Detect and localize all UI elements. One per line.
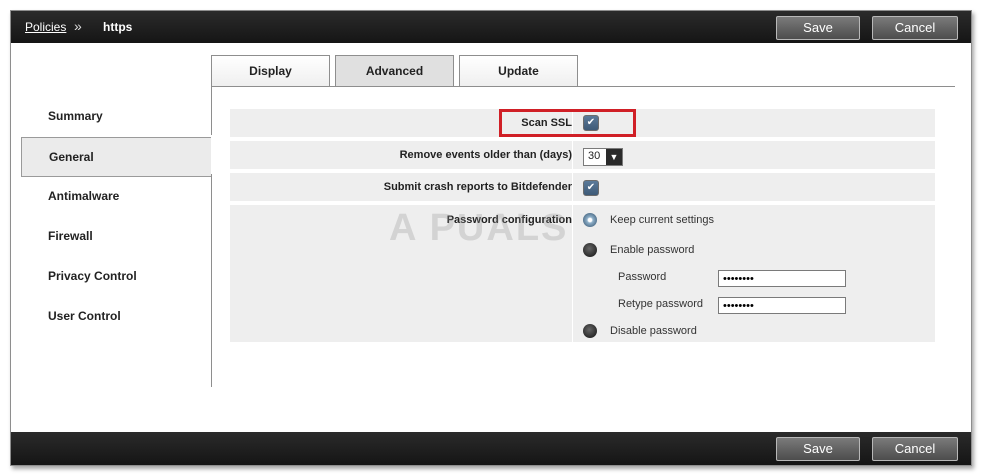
- setting-row-remove-events: Remove events older than (days) 30 ▼: [230, 141, 935, 169]
- disable-password-label: Disable password: [610, 325, 697, 337]
- nav-divider: [211, 55, 212, 135]
- keep-current-settings-radio[interactable]: [583, 213, 597, 227]
- tab-display[interactable]: Display: [211, 55, 330, 86]
- sidebar-item-privacy-control[interactable]: Privacy Control: [21, 259, 211, 293]
- sidebar-item-user-control[interactable]: User Control: [21, 299, 211, 333]
- checkmark-icon: ✔: [586, 182, 596, 193]
- policy-window: Policies » https Save Cancel Display Adv…: [10, 10, 972, 466]
- keep-current-settings-label: Keep current settings: [610, 214, 714, 226]
- tab-underline: [211, 86, 955, 87]
- breadcrumb-current: https: [103, 20, 133, 34]
- highlight-box: [499, 109, 636, 137]
- remove-events-value: 30: [588, 150, 601, 162]
- row-divider: [572, 173, 573, 201]
- retype-password-input[interactable]: [718, 297, 846, 314]
- retype-password-label: Retype password: [618, 298, 703, 310]
- chevron-down-icon: ▼: [606, 149, 622, 165]
- footer-save-button[interactable]: Save: [776, 437, 860, 461]
- nav-divider: [211, 174, 212, 387]
- sidebar-item-general[interactable]: General: [21, 137, 211, 177]
- disable-password-radio[interactable]: [583, 324, 597, 338]
- password-field-label: Password: [618, 271, 667, 283]
- password-input[interactable]: [718, 270, 846, 287]
- crash-reports-label: Submit crash reports to Bitdefender: [383, 181, 572, 193]
- crash-reports-checkbox[interactable]: ✔: [583, 180, 599, 196]
- bottom-toolbar: Save Cancel: [11, 432, 971, 465]
- breadcrumb-separator-icon: »: [74, 18, 82, 34]
- row-divider: [572, 205, 573, 342]
- save-button[interactable]: Save: [776, 16, 860, 40]
- setting-row-password-config: Password configuration Keep current sett…: [230, 205, 935, 342]
- remove-events-select[interactable]: 30 ▼: [583, 148, 623, 166]
- footer-cancel-button[interactable]: Cancel: [872, 437, 958, 461]
- setting-row-crash-reports: Submit crash reports to Bitdefender ✔: [230, 173, 935, 201]
- sidebar-item-antimalware[interactable]: Antimalware: [21, 179, 211, 213]
- breadcrumb-policies-link[interactable]: Policies: [25, 20, 66, 34]
- enable-password-radio[interactable]: [583, 243, 597, 257]
- top-toolbar: Policies » https Save Cancel: [11, 11, 971, 43]
- watermark-logo: A PUALS: [389, 207, 569, 249]
- sidebar-item-firewall[interactable]: Firewall: [21, 219, 211, 253]
- tab-update[interactable]: Update: [459, 55, 578, 86]
- sidebar-item-summary[interactable]: Summary: [21, 99, 211, 133]
- enable-password-label: Enable password: [610, 244, 695, 256]
- cancel-button[interactable]: Cancel: [872, 16, 958, 40]
- tab-advanced[interactable]: Advanced: [335, 55, 454, 86]
- row-divider: [572, 141, 573, 169]
- remove-events-label: Remove events older than (days): [399, 149, 572, 161]
